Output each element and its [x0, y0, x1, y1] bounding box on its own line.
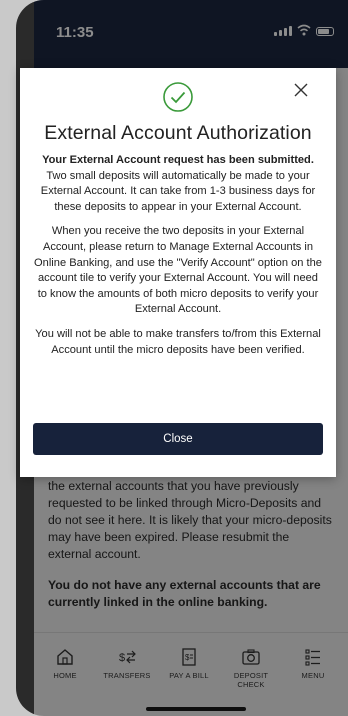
modal-paragraph-3: You will not be able to make transfers t…: [35, 327, 321, 356]
submitted-heading: Your External Account request has been s…: [42, 154, 314, 166]
modal-title: External Account Authorization: [44, 122, 312, 144]
authorization-modal: External Account Authorization Your Exte…: [20, 68, 336, 477]
success-check-icon: [163, 82, 193, 112]
deposit-info-text: Two small deposits will automatically be…: [40, 169, 316, 213]
modal-paragraph-2: When you receive the two deposits in you…: [34, 225, 322, 316]
close-button[interactable]: Close: [33, 423, 323, 455]
modal-paragraph-1: Your External Account request has been s…: [33, 153, 323, 215]
modal-body: Your External Account request has been s…: [33, 153, 323, 367]
close-icon[interactable]: [292, 81, 310, 99]
